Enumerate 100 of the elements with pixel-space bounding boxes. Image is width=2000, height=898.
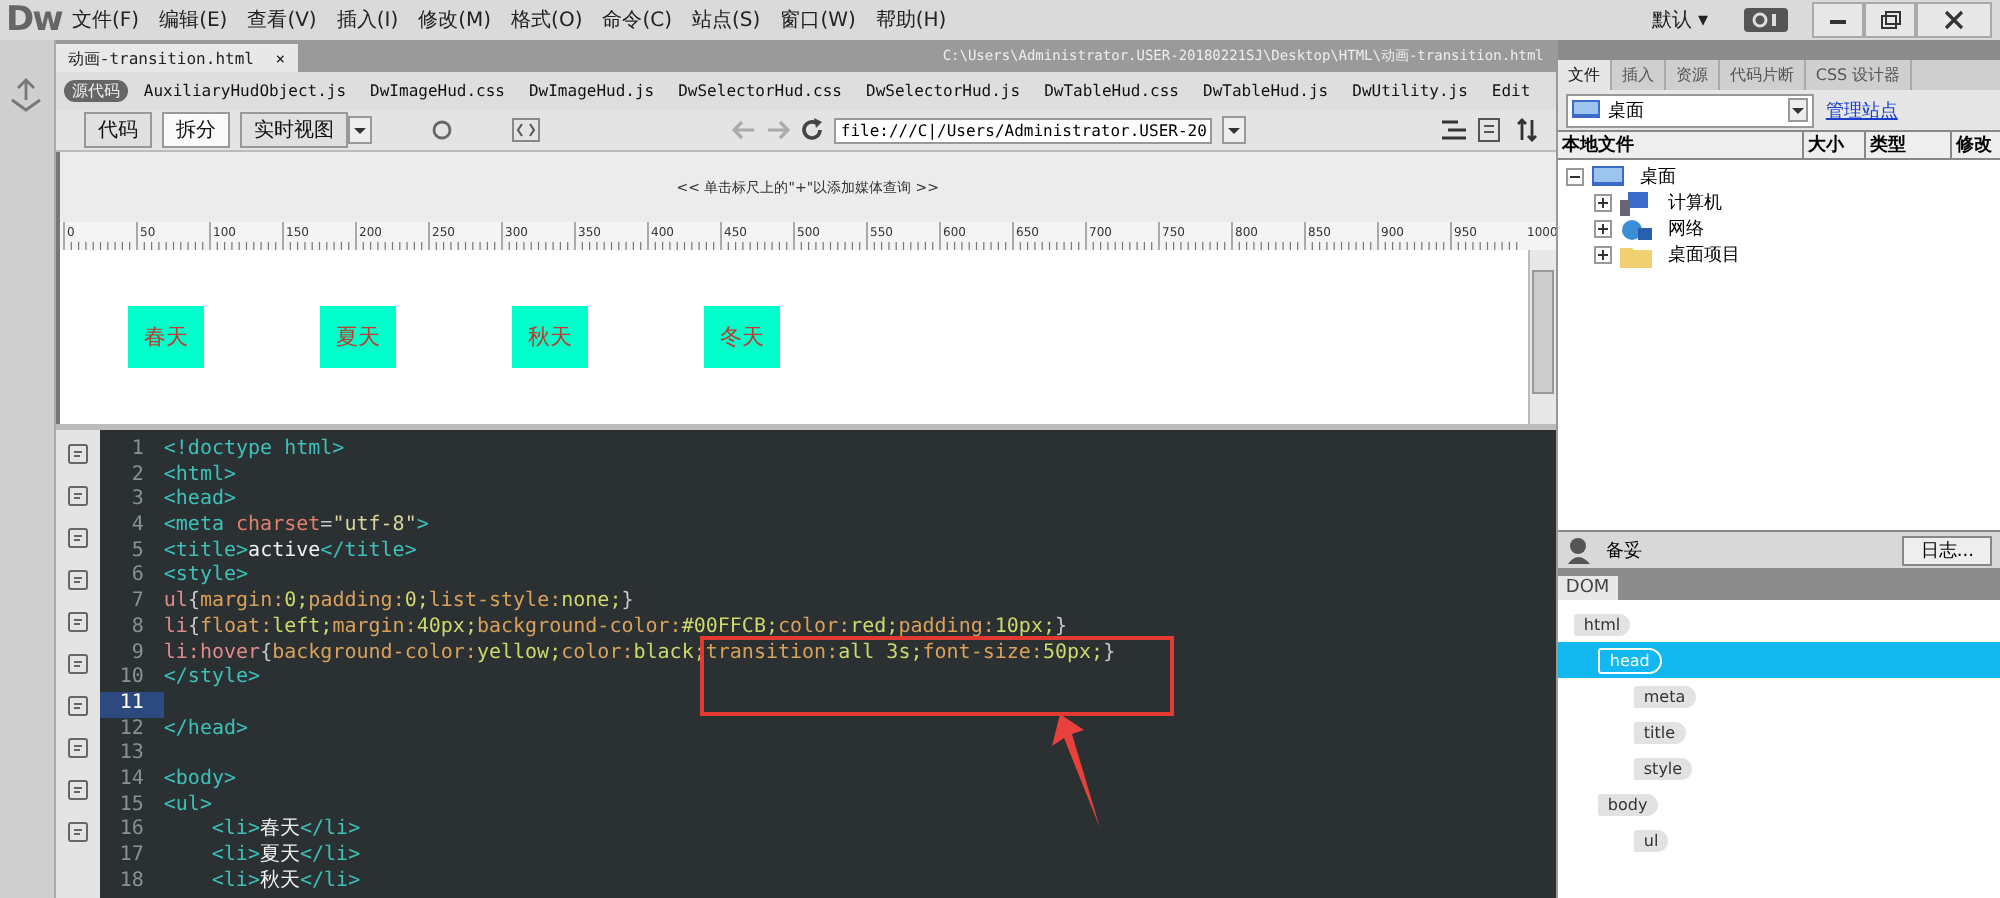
dom-tag: meta	[1633, 685, 1696, 707]
expander-icon[interactable]	[1593, 194, 1612, 212]
menu-item[interactable]: 查看(V)	[237, 6, 327, 34]
view-button[interactable]: 实时视图	[239, 112, 348, 148]
column-header[interactable]: 大小	[1803, 132, 1866, 158]
code-tool-icon[interactable]	[65, 526, 90, 550]
related-file[interactable]: Edit	[1483, 82, 1539, 100]
list-item-preview: 春天	[127, 306, 204, 368]
code-tool-icon[interactable]	[65, 820, 90, 844]
dom-tag: head	[1597, 647, 1662, 673]
panel-tab[interactable]: 文件	[1557, 60, 1612, 90]
close-icon[interactable]	[1916, 2, 1992, 38]
related-file[interactable]: DwTableHud.css	[1036, 82, 1187, 100]
restore-icon[interactable]	[1864, 2, 1916, 38]
status-text: 备妥	[1605, 539, 1642, 563]
code-tool-icon[interactable]	[65, 484, 90, 508]
target-icon[interactable]	[429, 118, 454, 142]
refresh-icon[interactable]	[800, 118, 825, 142]
related-file[interactable]: 源代码	[63, 80, 128, 102]
code-line: <meta charset="utf-8">	[163, 514, 429, 540]
tree-item[interactable]: 网络	[1667, 216, 1704, 242]
list-icon[interactable]	[1477, 118, 1506, 142]
menu-item[interactable]: 格式(O)	[501, 6, 593, 34]
dom-row[interactable]: ul	[1557, 822, 2000, 858]
related-file[interactable]: AuxiliaryHudObject.js	[135, 82, 355, 100]
menu-item[interactable]: 插入(I)	[326, 6, 409, 34]
column-header[interactable]: 类型	[1865, 132, 1952, 158]
code-tool-icon[interactable]	[65, 442, 90, 466]
code-tool-icon[interactable]	[65, 568, 90, 592]
dom-tag: title	[1633, 721, 1686, 743]
column-header[interactable]: 本地文件	[1557, 132, 1804, 158]
related-file[interactable]: DwImageHud.css	[362, 82, 513, 100]
code-line: <head>	[163, 488, 237, 515]
menu-item[interactable]: 文件(F)	[62, 6, 150, 34]
menu-item[interactable]: 帮助(H)	[865, 6, 957, 34]
code-line: <html>	[163, 463, 237, 488]
menu-item[interactable]: 编辑(E)	[149, 6, 238, 34]
expander-icon[interactable]	[1565, 168, 1584, 186]
dom-tag: body	[1597, 793, 1658, 815]
dom-row[interactable]: body	[1557, 786, 2000, 822]
dom-row[interactable]: style	[1557, 750, 2000, 786]
tree-item[interactable]: 桌面项目	[1667, 242, 1740, 268]
dom-row[interactable]: title	[1557, 714, 2000, 750]
menu-item[interactable]: 修改(M)	[408, 6, 502, 34]
site-select[interactable]: 桌面	[1565, 93, 1814, 127]
list-item-preview: 夏天	[319, 306, 396, 368]
address-field[interactable]: file:///C|/Users/Administrator.USER-20	[834, 117, 1213, 143]
code-tool-icon[interactable]	[65, 778, 90, 802]
code-line: <li>夏天</li>	[209, 844, 361, 869]
menu-item[interactable]: 窗口(W)	[770, 6, 866, 34]
code-line: <li>春天</li>	[209, 818, 361, 844]
log-button[interactable]: 日志...	[1902, 535, 1992, 565]
list-item-preview: 冬天	[703, 306, 780, 368]
computer-icon	[1619, 191, 1652, 215]
dom-row[interactable]: html	[1557, 606, 2000, 642]
related-file[interactable]: DwImageHud.js	[520, 82, 663, 100]
column-header[interactable]: 修改	[1951, 132, 2000, 158]
code-tool-icon[interactable]	[65, 736, 90, 760]
dom-tag: ul	[1633, 829, 1669, 851]
menu-item[interactable]: 站点(S)	[682, 6, 771, 34]
dom-row[interactable]: meta	[1557, 678, 2000, 714]
code-line: li{float:left;margin:40px;background-color:#00FFCB;color:red;padding:10px;}	[163, 615, 1068, 641]
related-file[interactable]: DwSelectorHud.css	[670, 82, 850, 100]
code-line: li:hover{background-color:yellow;color:black;transition:all 3s;font-size:50px;}	[163, 641, 1116, 666]
code-line: <style>	[163, 564, 249, 590]
expander-icon[interactable]	[1593, 220, 1612, 238]
code-tag-icon[interactable]	[511, 118, 540, 142]
code-tool-icon[interactable]	[65, 652, 90, 676]
minimize-icon[interactable]	[1812, 2, 1864, 38]
dom-tag: html	[1573, 613, 1631, 635]
code-line: <ul>	[163, 793, 212, 819]
network-icon	[1619, 217, 1652, 241]
tree-item[interactable]: 计算机	[1667, 190, 1722, 216]
code-tool-icon[interactable]	[65, 610, 90, 634]
related-file[interactable]: DwUtility.js	[1344, 82, 1476, 100]
user-icon	[1565, 536, 1594, 564]
format-lines-icon[interactable]	[1439, 118, 1468, 142]
manage-sites-link[interactable]: 管理站点	[1825, 97, 1898, 123]
related-file[interactable]: DwSelectorHud.js	[858, 82, 1029, 100]
code-line: <title>active</title>	[163, 539, 417, 564]
related-file[interactable]: DwTableHud.js	[1195, 82, 1337, 100]
view-button[interactable]: 拆分	[161, 112, 230, 148]
code-line: <body>	[163, 767, 237, 794]
insert-icon[interactable]	[8, 76, 45, 116]
menu-item[interactable]: 命令(C)	[592, 6, 683, 34]
dom-tag: style	[1633, 757, 1693, 779]
monitor-icon	[1571, 100, 1600, 120]
code-line: <li>秋天</li>	[209, 869, 361, 895]
view-button[interactable]: 代码	[83, 112, 152, 148]
code-line: </head>	[163, 717, 249, 743]
monitor-icon	[1591, 165, 1624, 189]
document-tab[interactable]: 动画-transition.html ×	[55, 44, 298, 72]
code-line: ul{margin:0;padding:0;list-style:none;}	[163, 590, 634, 616]
code-line: <!doctype html>	[163, 438, 345, 464]
expander-icon[interactable]	[1593, 246, 1612, 264]
scrollbar[interactable]	[1527, 250, 1556, 424]
panel-tab[interactable]: DOM	[1557, 576, 1618, 600]
workspace-switcher[interactable]: 默认 ▾	[1651, 6, 1708, 34]
code-tool-icon[interactable]	[65, 694, 90, 718]
tree-item[interactable]: 桌面	[1639, 164, 1676, 190]
